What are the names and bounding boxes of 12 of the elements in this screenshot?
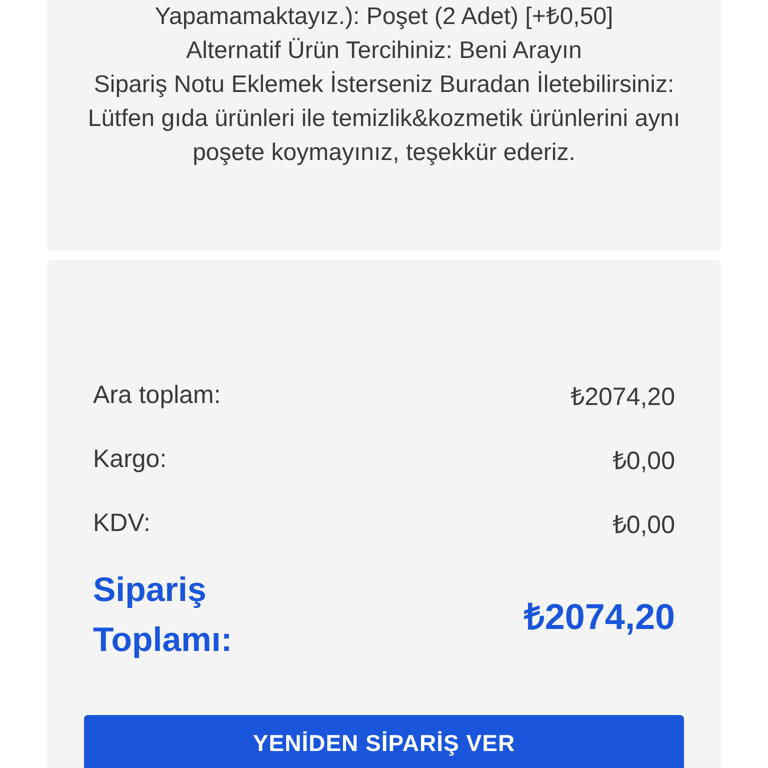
summary-label: Ara toplam: [93,380,221,410]
total-label: Sipariş Toplamı: [93,570,234,661]
summary-label: KDV: [93,508,150,538]
summary-label: Kargo: [93,444,167,474]
summary-value: ₺0,00 [612,446,675,476]
summary-value: ₺2074,20 [570,382,675,412]
order-note-text: Sipariş Notu Eklemek İsterseniz Buradan İletebilirsiniz: Lütfen gıda ürünleri ile temizlik&kozmetik ürünlerini aynı poşete koymayınız, teşekkür ederiz. [87,70,681,168]
reorder-button[interactable]: YENİDEN SİPARİŞ VER [84,715,684,768]
total-value: ₺2074,20 [524,594,675,638]
order-note-text: Alternatif Ürün Tercihiniz: Beni Arayın [185,36,583,66]
order-note-text: Yapamamaktayız.): Poşet (2 Adet) [+₺0,50] [154,2,614,32]
summary-value: ₺0,00 [612,510,675,540]
